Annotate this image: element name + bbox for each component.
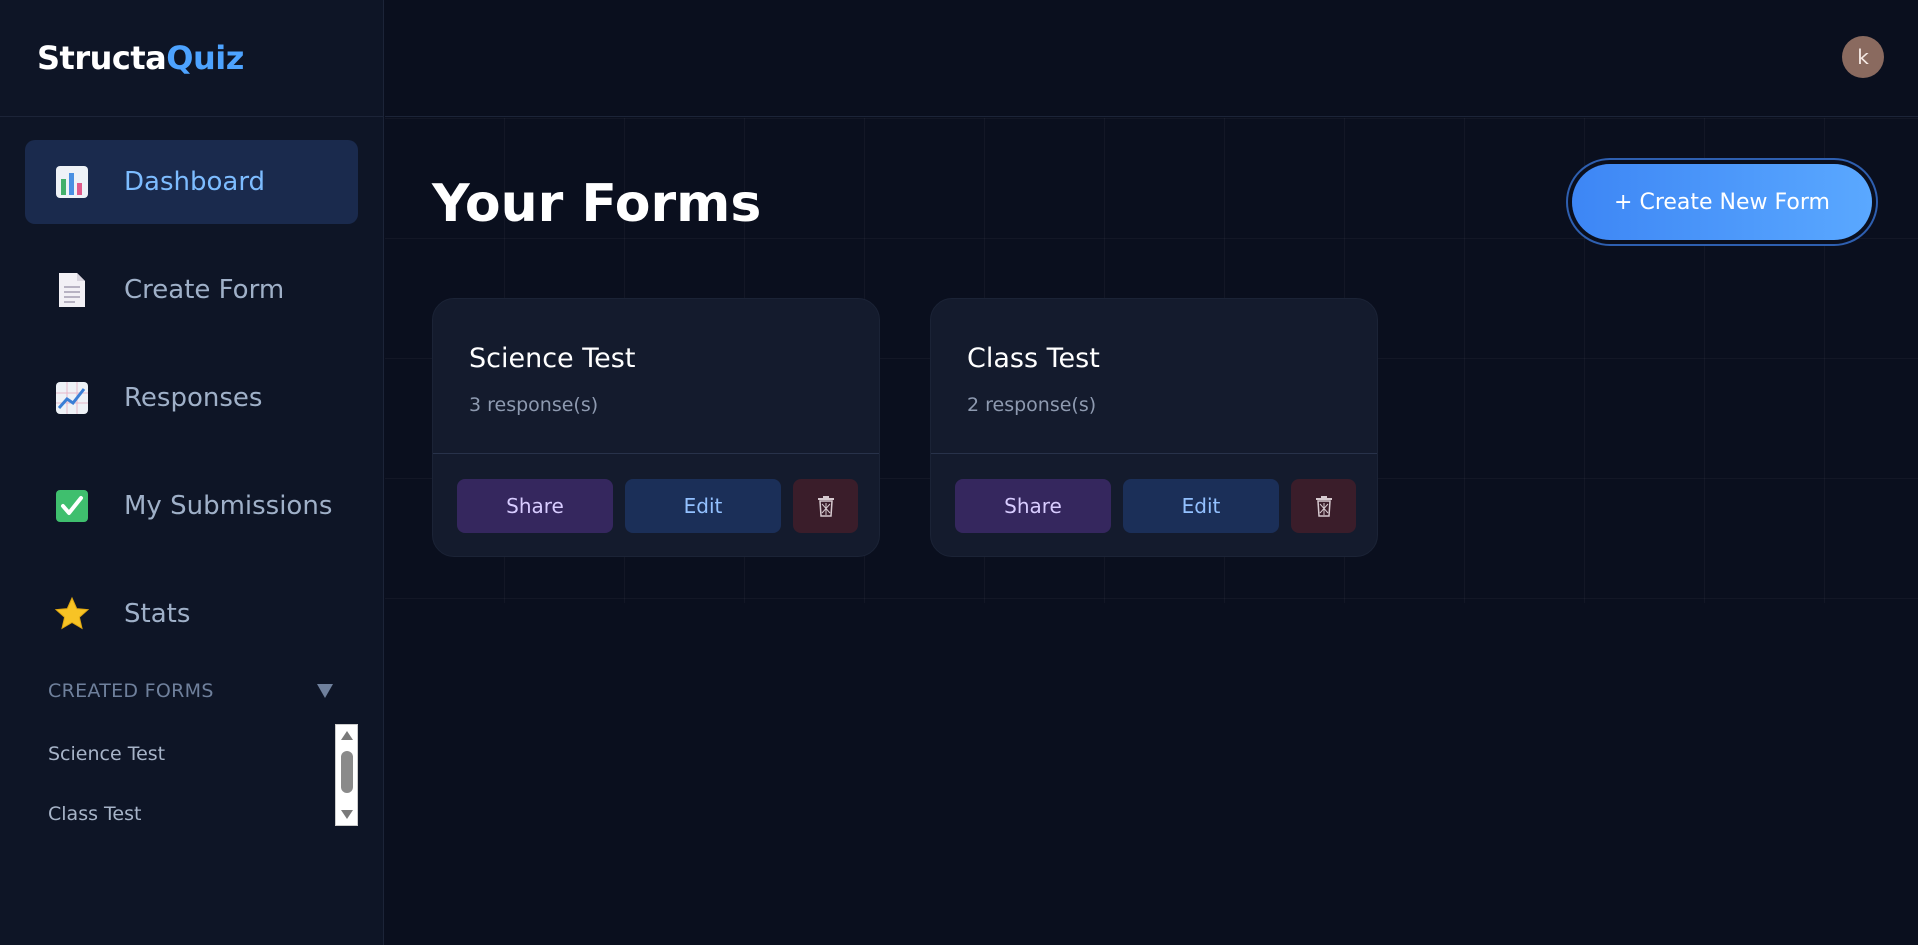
main-content: Your Forms + Create New Form Science Tes… xyxy=(385,118,1918,945)
nav-label-dashboard: Dashboard xyxy=(124,167,266,197)
brand-part-2: Quiz xyxy=(166,39,244,77)
created-forms-scrollbar[interactable] xyxy=(335,724,358,826)
line-chart-icon xyxy=(53,379,91,417)
forms-grid: Science Test 3 response(s) Share Edit Cl… xyxy=(432,298,1378,557)
scroll-up-arrow-icon[interactable] xyxy=(341,731,353,740)
card-divider xyxy=(433,453,879,454)
form-card-title: Science Test xyxy=(469,343,636,374)
nav-item-my-submissions[interactable]: My Submissions xyxy=(25,464,358,548)
document-icon xyxy=(53,271,91,309)
brand-part-1: Structa xyxy=(37,39,167,77)
main-nav: Dashboard Create Form Responses My Submi… xyxy=(0,117,383,656)
trash-icon xyxy=(1315,496,1332,517)
bar-chart-icon xyxy=(53,163,91,201)
nav-label-my-submissions: My Submissions xyxy=(124,491,333,521)
form-card-actions: Share Edit xyxy=(955,479,1356,533)
trash-icon xyxy=(817,496,834,517)
brand-logo[interactable]: Structa Quiz xyxy=(0,0,383,117)
form-card-responses: 2 response(s) xyxy=(967,394,1097,416)
chevron-down-icon[interactable] xyxy=(317,684,333,698)
create-new-form-button[interactable]: + Create New Form xyxy=(1572,164,1872,240)
nav-label-create-form: Create Form xyxy=(124,275,285,305)
created-form-item[interactable]: Class Test xyxy=(25,784,358,844)
nav-item-stats[interactable]: Stats xyxy=(25,572,358,656)
scrollbar-thumb[interactable] xyxy=(341,751,353,793)
nav-item-responses[interactable]: Responses xyxy=(25,356,358,440)
created-forms-header[interactable]: CREATED FORMS xyxy=(0,680,383,702)
delete-button[interactable] xyxy=(793,479,858,533)
created-forms-list: Science Test Class Test xyxy=(25,724,358,826)
form-card[interactable]: Science Test 3 response(s) Share Edit xyxy=(432,298,880,557)
nav-item-create-form[interactable]: Create Form xyxy=(25,248,358,332)
form-card-responses: 3 response(s) xyxy=(469,394,599,416)
created-forms-heading: CREATED FORMS xyxy=(48,680,214,702)
delete-button[interactable] xyxy=(1291,479,1356,533)
sidebar: Structa Quiz Dashboard Create Form Respo… xyxy=(0,0,384,945)
top-bar: k xyxy=(385,0,1918,117)
edit-button[interactable]: Edit xyxy=(625,479,781,533)
app-root: Structa Quiz Dashboard Create Form Respo… xyxy=(0,0,1918,945)
star-icon xyxy=(53,595,91,633)
nav-label-stats: Stats xyxy=(124,599,191,629)
created-form-item[interactable]: Science Test xyxy=(25,724,358,784)
share-button[interactable]: Share xyxy=(457,479,613,533)
card-divider xyxy=(931,453,1377,454)
page-title: Your Forms xyxy=(432,174,762,234)
edit-button[interactable]: Edit xyxy=(1123,479,1279,533)
share-button[interactable]: Share xyxy=(955,479,1111,533)
checkbox-icon xyxy=(53,487,91,525)
nav-label-responses: Responses xyxy=(124,383,263,413)
form-card-actions: Share Edit xyxy=(457,479,858,533)
user-avatar[interactable]: k xyxy=(1842,36,1884,78)
nav-item-dashboard[interactable]: Dashboard xyxy=(25,140,358,224)
form-card-title: Class Test xyxy=(967,343,1100,374)
form-card[interactable]: Class Test 2 response(s) Share Edit xyxy=(930,298,1378,557)
scroll-down-arrow-icon[interactable] xyxy=(341,810,353,819)
